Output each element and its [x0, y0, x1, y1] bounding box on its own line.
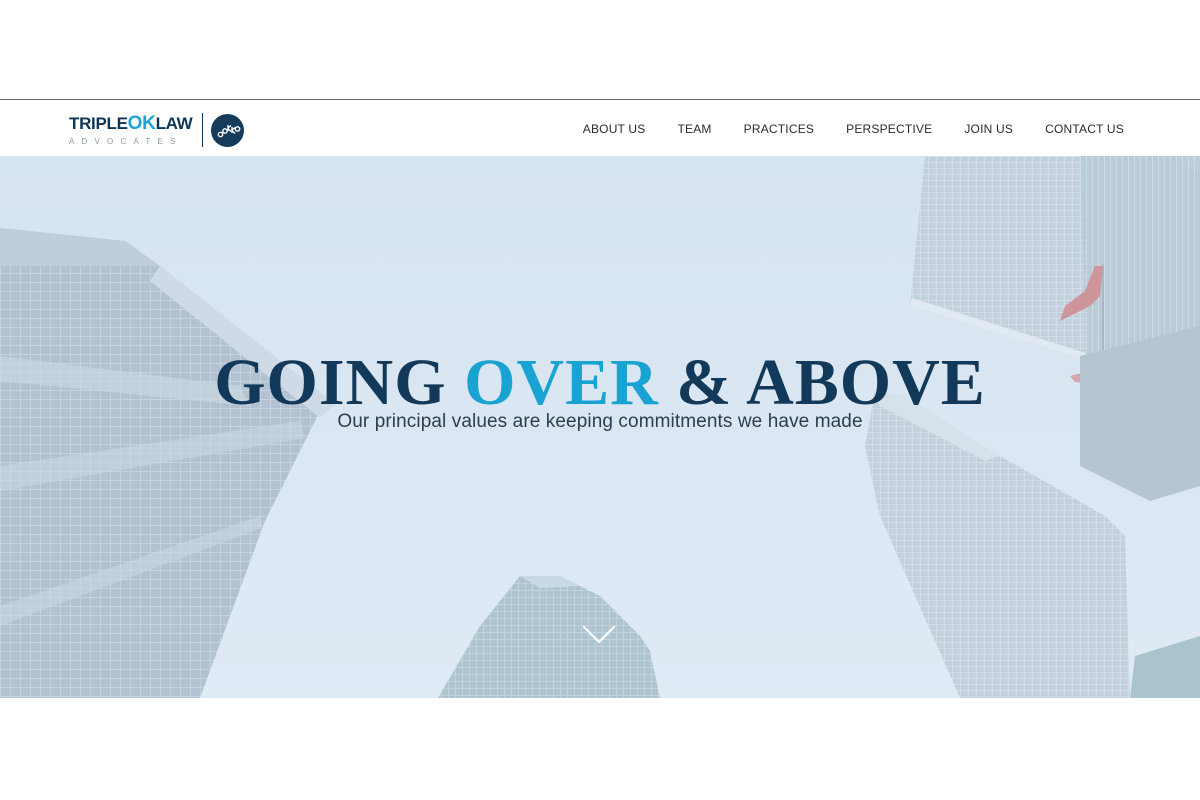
- logo-name: TRIPLEOKLAW: [69, 112, 193, 134]
- site-header: TRIPLEOKLAW ADVOCATES ABOUT US TEAM PRAC…: [0, 99, 1200, 156]
- nav-practices[interactable]: PRACTICES: [744, 122, 814, 136]
- logo-name-part2: OK: [127, 112, 156, 134]
- nav-team[interactable]: TEAM: [677, 122, 711, 136]
- main-navigation: ABOUT US TEAM PRACTICES PERSPECTIVE JOIN…: [583, 100, 1124, 157]
- nav-about-us[interactable]: ABOUT US: [583, 122, 646, 136]
- headline-accent: OVER: [464, 346, 659, 419]
- logo-name-part1: TRIPLE: [69, 113, 128, 133]
- hero-banner: GOING OVER & ABOVE Our principal values …: [0, 156, 1200, 698]
- hero-headline: GOING OVER & ABOVE: [0, 348, 1200, 418]
- nav-contact-us[interactable]: CONTACT US: [1045, 122, 1124, 136]
- logo-divider: [202, 113, 204, 147]
- headline-part2: & ABOVE: [658, 346, 986, 419]
- brand-logo[interactable]: TRIPLEOKLAW ADVOCATES: [69, 110, 245, 150]
- headline-part1: GOING: [214, 346, 465, 419]
- chevron-down-icon[interactable]: [582, 624, 616, 646]
- ookko-circle-logo-icon: [211, 113, 245, 147]
- logo-subtitle: ADVOCATES: [69, 136, 183, 146]
- nav-join-us[interactable]: JOIN US: [964, 122, 1013, 136]
- page-bottom-margin: [0, 698, 1200, 800]
- nav-perspective[interactable]: PERSPECTIVE: [846, 122, 932, 136]
- logo-name-part3: LAW: [155, 113, 193, 133]
- logo-wordmark: TRIPLEOKLAW ADVOCATES: [69, 112, 193, 146]
- hero-tagline: Our principal values are keeping commitm…: [337, 411, 863, 432]
- page-top-margin: [0, 0, 1200, 99]
